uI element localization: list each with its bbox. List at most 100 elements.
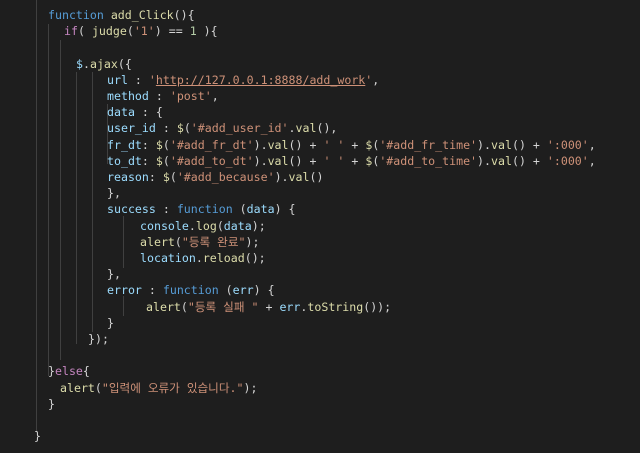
code-line[interactable]: }	[48, 396, 55, 412]
code-line[interactable]: }else{	[48, 363, 90, 379]
code-token: function	[162, 283, 219, 298]
code-token: (	[126, 24, 134, 39]
code-token: (	[216, 218, 224, 233]
code-token: $	[155, 137, 163, 152]
code-token: else	[54, 364, 83, 379]
code-token: (	[162, 137, 170, 152]
code-line[interactable]: },	[107, 266, 121, 282]
code-token: reason	[107, 170, 149, 184]
code-token: ({	[117, 56, 132, 71]
code-token: method	[107, 89, 149, 103]
code-token: ajax	[89, 56, 118, 71]
code-token: val	[491, 153, 512, 168]
code-token: val	[491, 137, 512, 152]
code-line[interactable]: }	[107, 315, 114, 331]
code-line[interactable]: reason: $('#add_because').val()	[107, 169, 323, 185]
code-token: .	[82, 56, 90, 71]
code-token: ()	[309, 170, 324, 184]
code-token: url	[107, 72, 128, 87]
indent-guide	[76, 72, 77, 344]
indent-guide	[92, 72, 93, 332]
code-line[interactable]: data : {	[107, 104, 163, 120]
code-token: ,	[372, 72, 380, 87]
code-line[interactable]: if( judge('1') == 1 ){	[64, 23, 218, 39]
code-line[interactable]: alert("등록 완료");	[140, 234, 259, 250]
code-line[interactable]: console.log(data);	[140, 218, 266, 234]
code-token: );	[245, 234, 260, 249]
code-token: (	[94, 380, 102, 395]
code-token: () +	[288, 153, 324, 168]
code-token: 'post'	[169, 89, 212, 103]
code-token: alert	[60, 380, 95, 395]
code-token: ).	[477, 153, 492, 168]
code-token: val	[267, 137, 289, 152]
code-line[interactable]: to_dt: $('#add_to_dt').val() + ' ' + $('…	[107, 153, 596, 169]
code-token: +	[344, 153, 366, 168]
code-token: reload	[202, 251, 245, 265]
code-line[interactable]: $.ajax({	[76, 56, 132, 72]
code-token: log	[195, 218, 217, 233]
code-token: ();	[244, 251, 266, 265]
code-line[interactable]: location.reload();	[140, 250, 266, 266]
code-token: toString	[307, 299, 364, 314]
code-token: '#add_to_dt'	[169, 153, 254, 168]
code-token: (	[183, 121, 191, 136]
code-token: (	[218, 283, 233, 298]
code-token: .	[188, 218, 196, 233]
code-token: ).	[274, 170, 289, 184]
code-token: alert	[140, 234, 175, 249]
code-token: ) ==	[154, 24, 190, 39]
code-token: ).	[477, 137, 492, 152]
code-line[interactable]: error : function (err) {	[107, 282, 275, 298]
code-token: (	[77, 24, 92, 39]
indent-guide	[123, 216, 124, 268]
code-line[interactable]: function add_Click(){	[48, 7, 195, 23]
code-token: if	[64, 24, 78, 39]
code-token: '#add_user_id'	[190, 121, 289, 136]
code-token: val	[295, 121, 317, 136]
code-line[interactable]: },	[107, 185, 121, 201]
code-token: data	[107, 105, 135, 120]
code-token: function	[176, 202, 233, 217]
code-line[interactable]: });	[88, 331, 109, 347]
code-token: error	[107, 283, 142, 298]
code-token: (	[169, 170, 177, 184]
code-token: (),	[316, 121, 338, 136]
code-line[interactable]: fr_dt: $('#add_fr_dt').val() + ' ' + $('…	[107, 137, 596, 153]
code-line[interactable]: alert("입력에 오류가 있습니다.");	[60, 380, 257, 396]
code-token: user_id	[107, 121, 156, 136]
code-token: :	[155, 202, 177, 217]
code-token: :	[148, 170, 163, 184]
code-token: location	[140, 251, 196, 265]
code-token: },	[107, 186, 121, 201]
code-token: ' '	[323, 153, 345, 168]
code-token: '#add_because'	[176, 170, 275, 184]
code-token: () +	[511, 153, 547, 168]
code-token: function	[48, 8, 104, 22]
code-token: "등록 완료"	[181, 234, 246, 249]
code-token: $	[176, 121, 184, 136]
code-token: $	[76, 56, 83, 71]
indent-guide	[48, 24, 49, 376]
code-token: add_Click	[110, 8, 174, 22]
code-token: alert	[146, 299, 181, 314]
code-token: '1'	[133, 24, 155, 39]
code-token: },	[107, 267, 121, 282]
code-token: data	[246, 202, 275, 217]
code-token: ).	[253, 153, 268, 168]
code-editor[interactable]: function add_Click(){if( judge('1') == 1…	[0, 0, 640, 453]
code-line[interactable]: alert("등록 실패 " + err.toString());	[146, 299, 391, 315]
code-line[interactable]: }	[34, 428, 41, 444]
code-token: );	[251, 218, 266, 233]
indent-guide	[36, 0, 37, 432]
code-token: $	[162, 170, 170, 184]
code-token: to_dt	[107, 153, 142, 168]
code-line[interactable]: success : function (data) {	[107, 201, 296, 217]
code-line[interactable]: method : 'post',	[107, 88, 219, 104]
code-token: :	[141, 153, 156, 168]
code-line[interactable]: user_id : $('#add_user_id'.val(),	[107, 120, 337, 136]
code-token: .	[195, 251, 203, 265]
code-token: }	[107, 315, 114, 330]
code-line[interactable]: url : 'http://127.0.0.1:8888/add_work',	[107, 72, 379, 88]
code-token: '#add_to_time'	[379, 153, 478, 168]
